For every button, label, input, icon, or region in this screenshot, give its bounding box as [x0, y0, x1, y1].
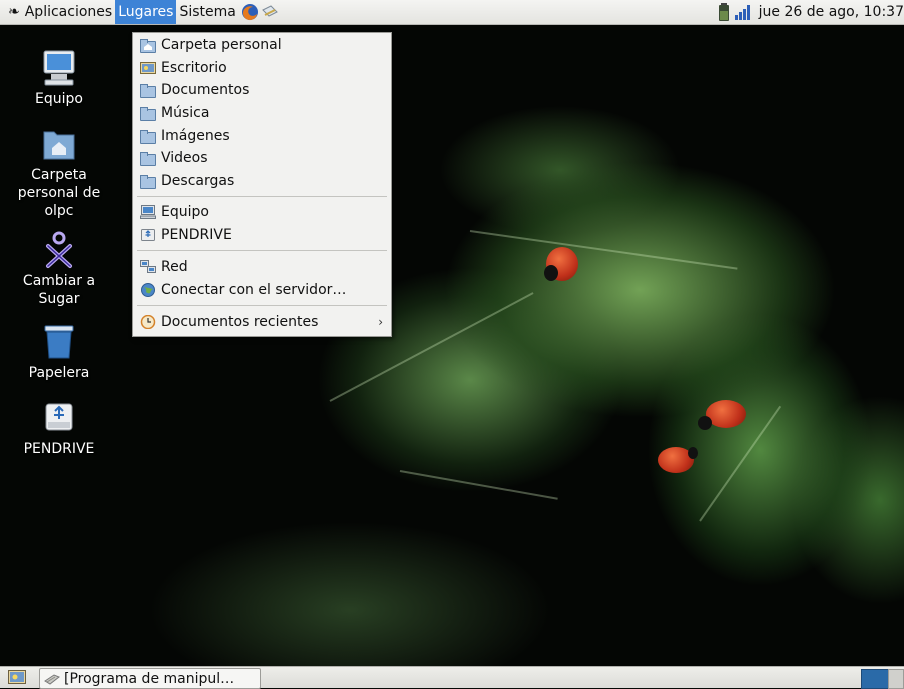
- gimp-app-icon: [44, 672, 60, 686]
- top-panel: ❧ Aplicaciones Lugares Sistema jue 26 de…: [0, 0, 904, 25]
- menu-item-label: Equipo: [161, 204, 209, 220]
- menu-item-equipo[interactable]: Equipo: [133, 201, 391, 223]
- sugar-xo-icon: [39, 230, 79, 270]
- menu-item-musica[interactable]: Música: [133, 102, 391, 124]
- menu-item-label: Imágenes: [161, 128, 230, 144]
- leaf-vein: [399, 470, 558, 500]
- firefox-launcher-icon[interactable]: [241, 3, 259, 21]
- workspace-switcher-inactive[interactable]: [888, 669, 904, 689]
- desktop-icon-trash[interactable]: Papelera: [0, 322, 118, 382]
- menu-item-conectar-servidor[interactable]: Conectar con el servidor…: [133, 279, 391, 301]
- menu-item-descargas[interactable]: Descargas: [133, 170, 391, 192]
- menu-item-label: Carpeta personal: [161, 37, 282, 53]
- desktop-icon-equipo[interactable]: Equipo: [0, 48, 118, 108]
- menu-item-imagenes[interactable]: Imágenes: [133, 125, 391, 147]
- menu-item-pendrive[interactable]: PENDRIVE: [133, 224, 391, 246]
- applications-menu[interactable]: Aplicaciones: [22, 0, 115, 24]
- ladybug: [706, 400, 746, 428]
- taskbar-window-button[interactable]: [Programa de manipul…: [39, 668, 261, 689]
- desktop-icon-pendrive[interactable]: PENDRIVE: [0, 398, 118, 458]
- menu-item-label: Escritorio: [161, 60, 227, 76]
- menu-item-label: Videos: [161, 150, 208, 166]
- email-launcher-icon[interactable]: [261, 3, 279, 21]
- usb-drive-icon: [140, 228, 156, 242]
- system-tray: jue 26 de ago, 10:37: [718, 0, 904, 24]
- ladybug-head: [544, 265, 558, 281]
- clock[interactable]: jue 26 de ago, 10:37: [756, 0, 904, 24]
- folder-icon: [140, 83, 156, 98]
- folder-icon: [140, 129, 156, 144]
- folder-icon: [140, 151, 156, 166]
- computer-icon: [140, 205, 156, 219]
- submenu-arrow-icon: ›: [378, 315, 383, 329]
- desktop-icon-sugar[interactable]: Cambiar a Sugar: [0, 230, 118, 308]
- desktop-icon-label: PENDRIVE: [23, 441, 95, 457]
- workspace-switcher-active[interactable]: [861, 669, 889, 689]
- taskbar-window-label: [Programa de manipul…: [64, 670, 235, 687]
- places-menu-button[interactable]: Lugares: [115, 0, 177, 24]
- menu-item-carpeta-personal[interactable]: Carpeta personal: [133, 34, 391, 56]
- network-signal-icon[interactable]: [734, 3, 752, 21]
- ladybug-head: [688, 447, 698, 459]
- desktop-icon-label: Equipo: [35, 91, 83, 107]
- menu-item-label: Descargas: [161, 173, 235, 189]
- home-folder-icon: [39, 124, 79, 164]
- menu-item-label: Red: [161, 259, 188, 275]
- menu-separator: [137, 305, 387, 306]
- ladybug-head: [698, 416, 712, 430]
- menu-item-videos[interactable]: Videos: [133, 147, 391, 169]
- show-desktop-icon[interactable]: [8, 669, 26, 685]
- menu-separator: [137, 250, 387, 251]
- folder-icon: [140, 106, 156, 121]
- folder-icon: [140, 174, 156, 189]
- desktop-icon-label: Papelera: [28, 365, 90, 381]
- menu-item-escritorio[interactable]: Escritorio: [133, 57, 391, 79]
- menu-item-label: Documentos: [161, 82, 250, 98]
- desktop-icon: [140, 61, 156, 75]
- system-menu[interactable]: Sistema: [176, 0, 238, 24]
- trash-icon: [39, 322, 79, 362]
- places-dropdown-menu: Carpeta personal Escritorio Documentos M…: [132, 32, 392, 337]
- menu-item-documentos-recientes[interactable]: Documentos recientes ›: [133, 311, 391, 333]
- menu-item-label: Conectar con el servidor…: [161, 282, 347, 298]
- menu-item-red[interactable]: Red: [133, 256, 391, 278]
- battery-icon[interactable]: [718, 3, 730, 21]
- clock-icon: [140, 314, 156, 330]
- menu-item-documentos[interactable]: Documentos: [133, 79, 391, 101]
- desktop-icon-home-folder[interactable]: Carpeta personal de olpc: [0, 124, 118, 220]
- desktop-icon-label: Carpeta personal de olpc: [17, 167, 101, 219]
- usb-drive-icon: [39, 398, 79, 438]
- menu-item-label: Música: [161, 105, 210, 121]
- computer-icon: [39, 48, 79, 88]
- globe-icon: [140, 283, 156, 297]
- network-icon: [140, 260, 156, 274]
- desktop-icon-label: Cambiar a Sugar: [22, 273, 96, 307]
- home-folder-icon: [140, 38, 156, 53]
- menu-item-label: Documentos recientes: [161, 314, 319, 330]
- menu-separator: [137, 196, 387, 197]
- leaf-vein: [469, 230, 738, 270]
- gnome-foot-icon[interactable]: ❧: [8, 4, 20, 20]
- bottom-panel: [Programa de manipul…: [0, 666, 904, 689]
- menu-item-label: PENDRIVE: [161, 227, 232, 243]
